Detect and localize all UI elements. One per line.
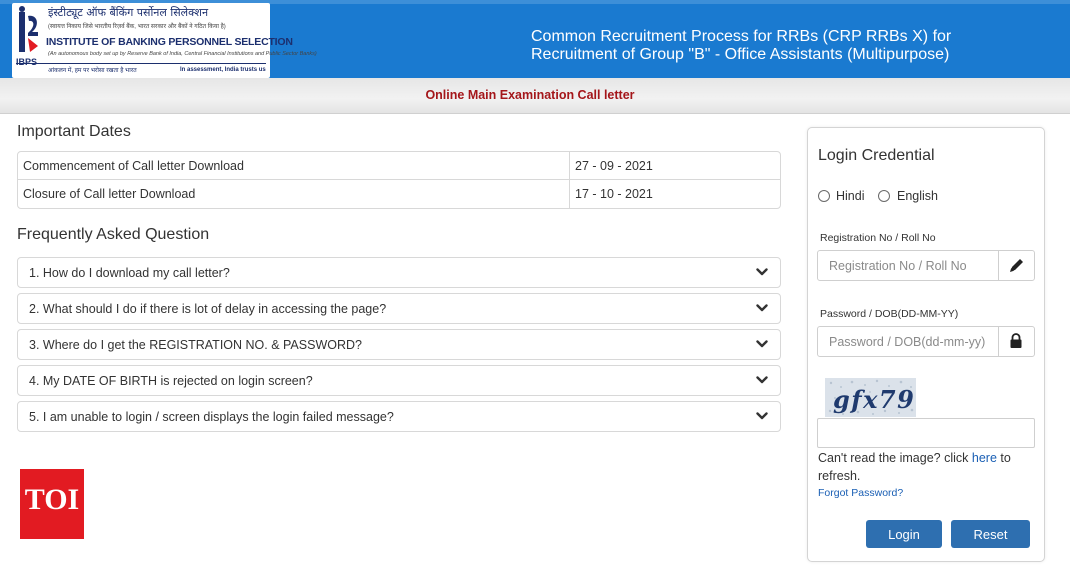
logo-hindi-tagline: (स्वायत्त निकाय जिसे भारतीय रिज़र्व बैंक… (48, 24, 226, 30)
login-panel: Login Credential Hindi English Registrat… (807, 127, 1045, 562)
chevron-down-icon (756, 376, 768, 384)
date-value: 17 - 10 - 2021 (575, 187, 653, 201)
login-title: Login Credential (818, 147, 935, 164)
table-row: Closure of Call letter Download 17 - 10 … (18, 180, 780, 208)
date-value: 27 - 09 - 2021 (570, 152, 780, 180)
page-title-line-1: Common Recruitment Process for RRBs (CRP… (531, 28, 952, 45)
captcha-hint-prefix: Can't read the image? click (818, 451, 969, 465)
logo-abbr: IBPS (16, 57, 38, 67)
date-label: Closure of Call letter Download (18, 180, 570, 208)
logo-english-tagline: (An autonomous body set up by Reserve Ba… (48, 51, 317, 57)
faq-question: 1. How do I download my call letter? (29, 266, 230, 280)
captcha-refresh-hint: Can't read the image? click here to refr… (818, 449, 1036, 485)
forgot-password-link[interactable]: Forgot Password? (818, 487, 903, 499)
faq-item-5[interactable]: 5. I am unable to login / screen display… (17, 401, 781, 432)
login-button[interactable]: Login (866, 520, 942, 548)
language-radio-english[interactable] (878, 190, 890, 202)
registration-field-group (817, 250, 1035, 281)
logo-english-name: INSTITUTE OF BANKING PERSONNEL SELECTION (46, 36, 293, 48)
language-radio-hindi[interactable] (818, 190, 830, 202)
chevron-down-icon (756, 304, 768, 312)
subheader-bar: Online Main Examination Call letter (0, 78, 1070, 114)
faq-question: 2. What should I do if there is lot of d… (29, 302, 387, 316)
lock-icon (1010, 333, 1022, 348)
ibps-logo: इंस्टीट्यूट ऑफ बैंकिंग पर्सोनल सिलेक्शन … (12, 3, 317, 78)
language-label-hindi: Hindi (836, 189, 865, 203)
logo-motto-hindi: आंकलन में, हम पर भरोसा रखता है भारत (48, 68, 137, 74)
important-dates-table: Commencement of Call letter Download 27 … (17, 151, 781, 209)
faq-question: 4. My DATE OF BIRTH is rejected on login… (29, 374, 313, 388)
date-label: Commencement of Call letter Download (18, 152, 570, 180)
toi-logo-text: TOI (24, 483, 80, 516)
captcha-input[interactable] (817, 418, 1035, 448)
faq-item-4[interactable]: 4. My DATE OF BIRTH is rejected on login… (17, 365, 781, 396)
faq-question: 3. Where do I get the REGISTRATION NO. &… (29, 338, 362, 352)
faq-heading: Frequently Asked Question (17, 226, 210, 243)
important-dates-heading: Important Dates (17, 123, 131, 140)
faq-item-1[interactable]: 1. How do I download my call letter? (17, 257, 781, 288)
logo-hindi-name: इंस्टीट्यूट ऑफ बैंकिंग पर्सोनल सिलेक्शन (48, 6, 209, 19)
password-input[interactable] (818, 327, 999, 356)
chevron-down-icon (756, 340, 768, 348)
faq-item-3[interactable]: 3. Where do I get the REGISTRATION NO. &… (17, 329, 781, 360)
table-row: Commencement of Call letter Download 27 … (18, 152, 780, 180)
faq-question: 5. I am unable to login / screen display… (29, 410, 394, 424)
password-label: Password / DOB(DD-MM-YY) (820, 308, 959, 320)
chevron-down-icon (756, 412, 768, 420)
toi-logo: TOI (20, 469, 84, 539)
subheader-title: Online Main Examination Call letter (425, 88, 635, 102)
password-field-group (817, 326, 1035, 357)
page-header: इंस्टीट्यूट ऑफ बैंकिंग पर्सोनल सिलेक्शन … (0, 0, 1070, 78)
logo-divider (16, 63, 266, 64)
page-title-line-2: Recruitment of Group "B" - Office Assist… (531, 46, 950, 63)
chevron-down-icon (756, 268, 768, 276)
registration-input[interactable] (818, 251, 999, 280)
reset-button[interactable]: Reset (951, 520, 1030, 548)
language-label-english: English (897, 189, 938, 203)
captcha-text: gfx79 (833, 385, 915, 414)
pencil-icon (1010, 259, 1023, 272)
captcha-image: gfx79 (825, 378, 916, 417)
logo-motto-english: In assessment, India trusts us (180, 67, 266, 73)
registration-label: Registration No / Roll No (820, 232, 936, 244)
page-title: Common Recruitment Process for RRBs (CRP… (531, 28, 1031, 64)
faq-item-2[interactable]: 2. What should I do if there is lot of d… (17, 293, 781, 324)
captcha-refresh-link[interactable]: here (972, 451, 997, 465)
